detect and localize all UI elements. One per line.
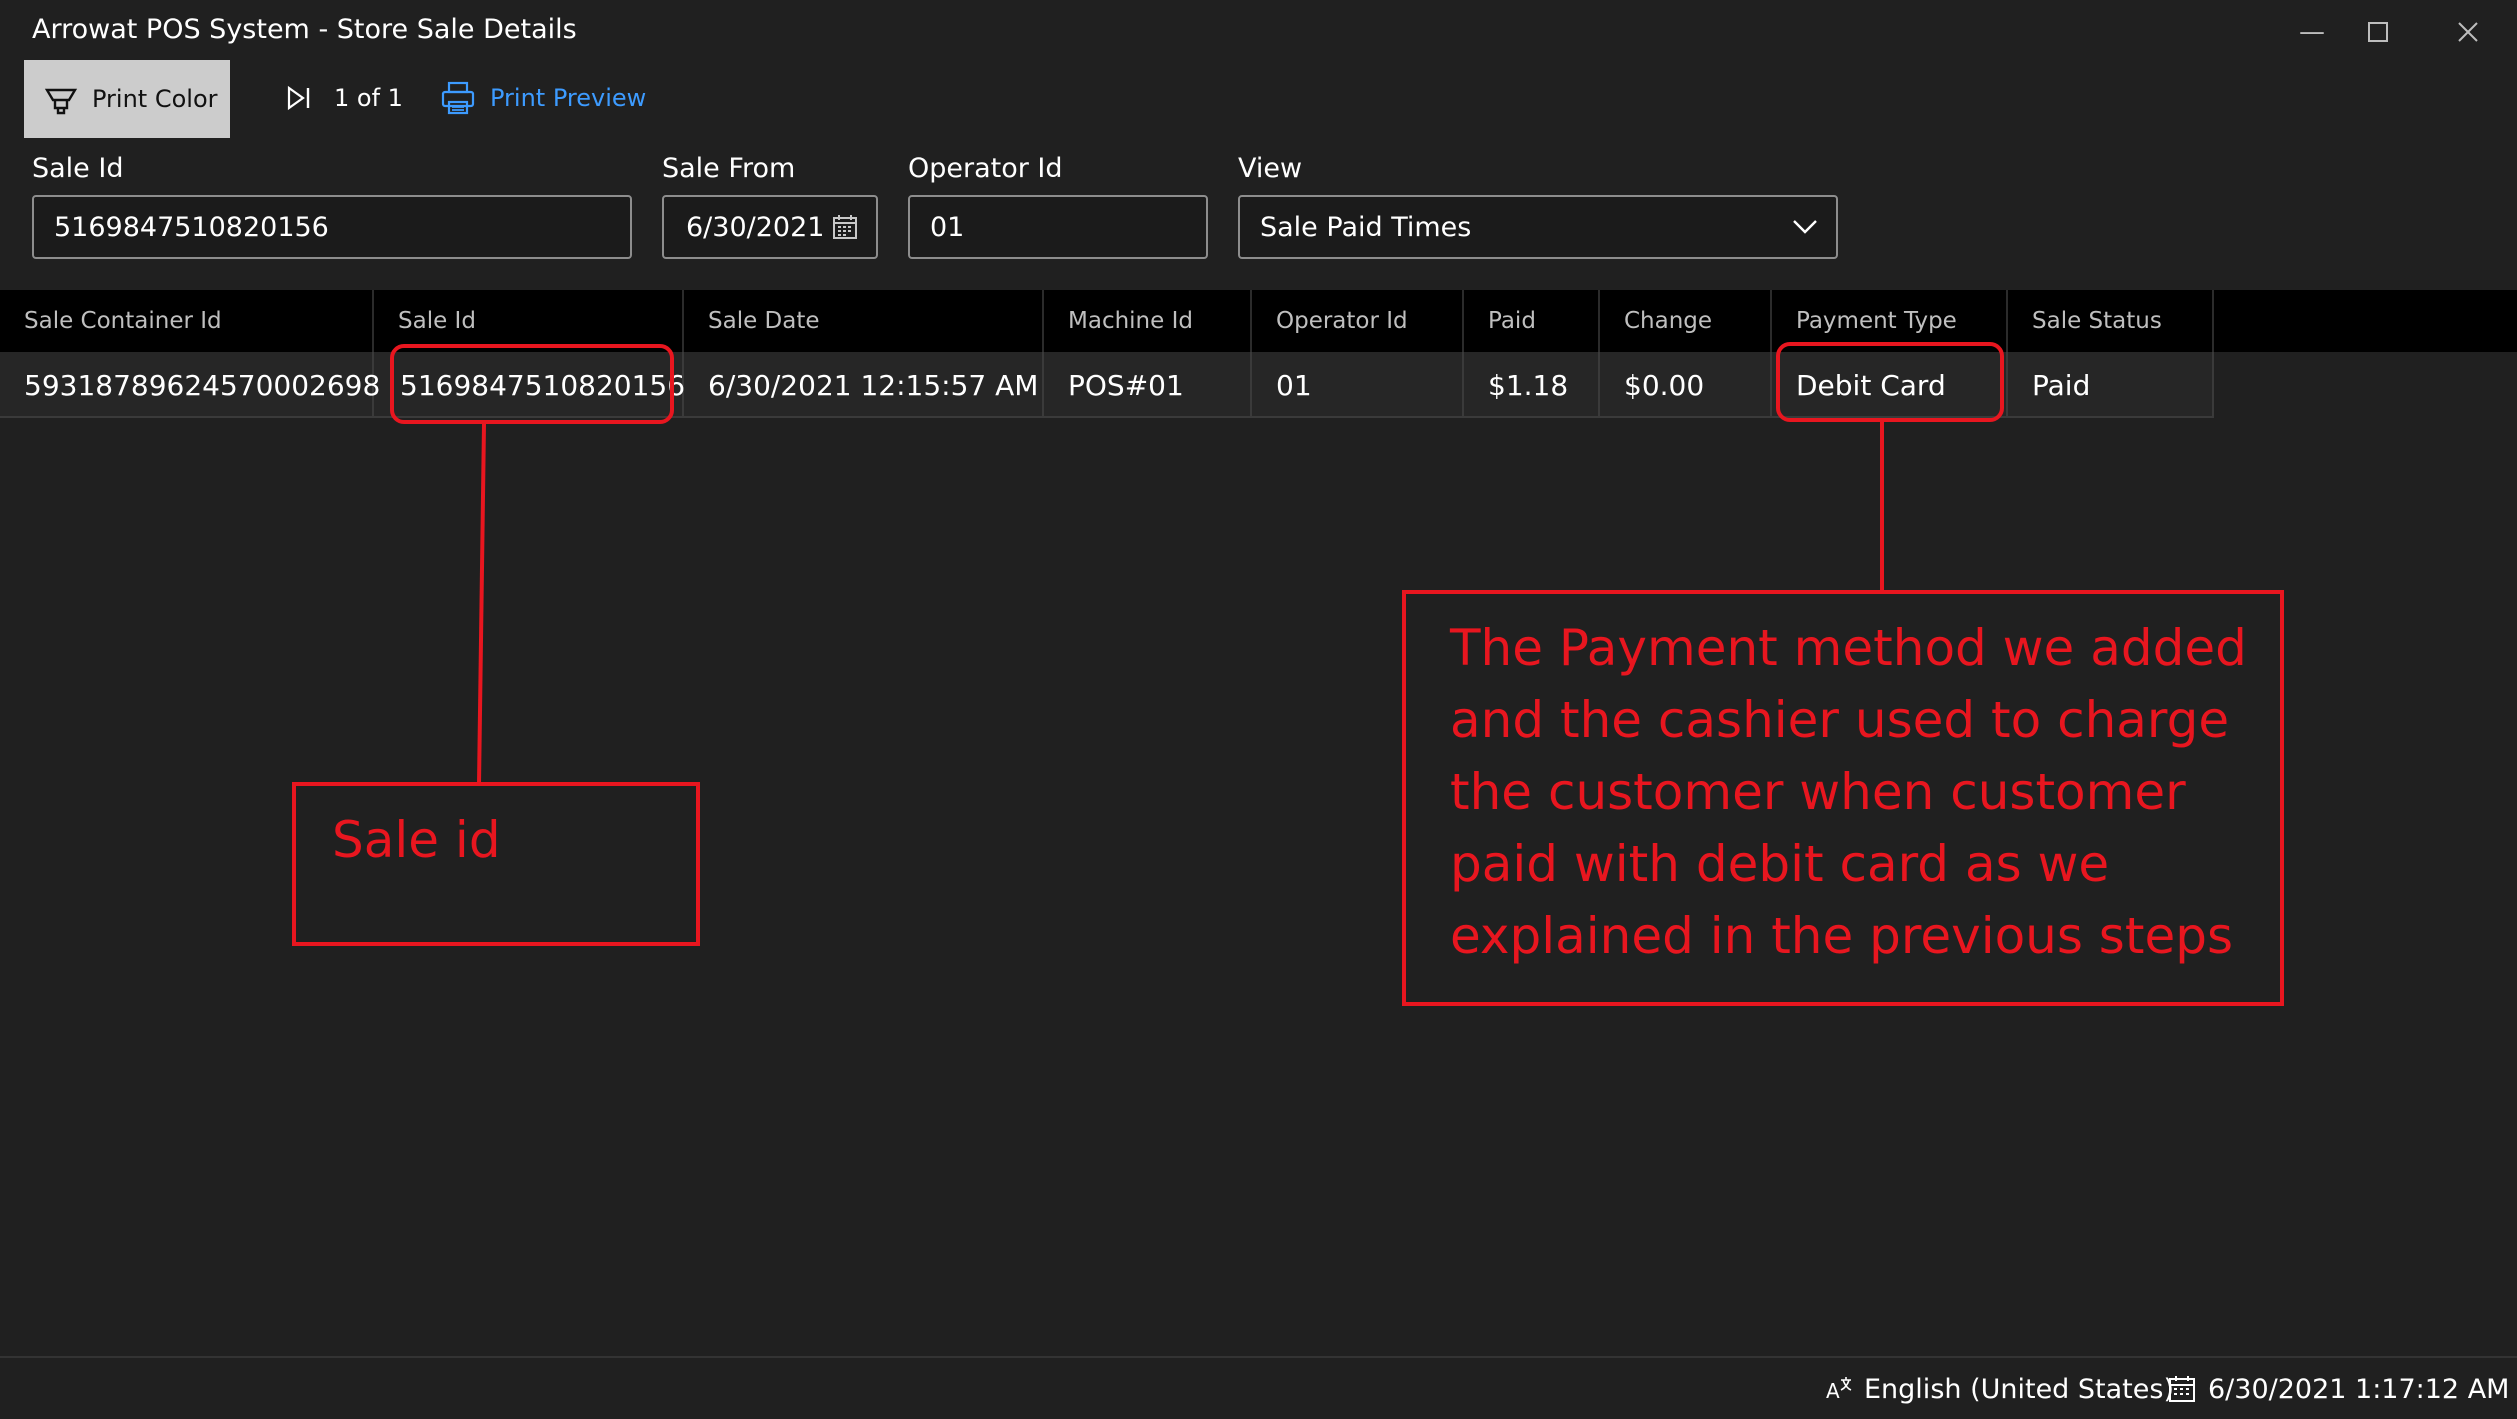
language-icon: A bbox=[1826, 1377, 1852, 1403]
status-datetime[interactable]: 6/30/2021 1:17:12 AM bbox=[2168, 1364, 2509, 1414]
status-language-label: English (United States) bbox=[1864, 1373, 2174, 1405]
svg-text:A: A bbox=[1826, 1379, 1840, 1403]
status-language[interactable]: A English (United States) bbox=[1824, 1364, 2174, 1414]
annotation-text-payment: The Payment method we added and the cash… bbox=[1450, 619, 2247, 965]
annotation-box-sale-id: Sale id bbox=[292, 782, 700, 946]
status-bar-divider bbox=[0, 1356, 2517, 1358]
status-datetime-label: 6/30/2021 1:17:12 AM bbox=[2208, 1373, 2510, 1405]
annotation-text-sale-id: Sale id bbox=[332, 811, 501, 869]
calendar-icon bbox=[2169, 1376, 2195, 1402]
annotation-box-payment: The Payment method we added and the cash… bbox=[1402, 590, 2284, 1006]
